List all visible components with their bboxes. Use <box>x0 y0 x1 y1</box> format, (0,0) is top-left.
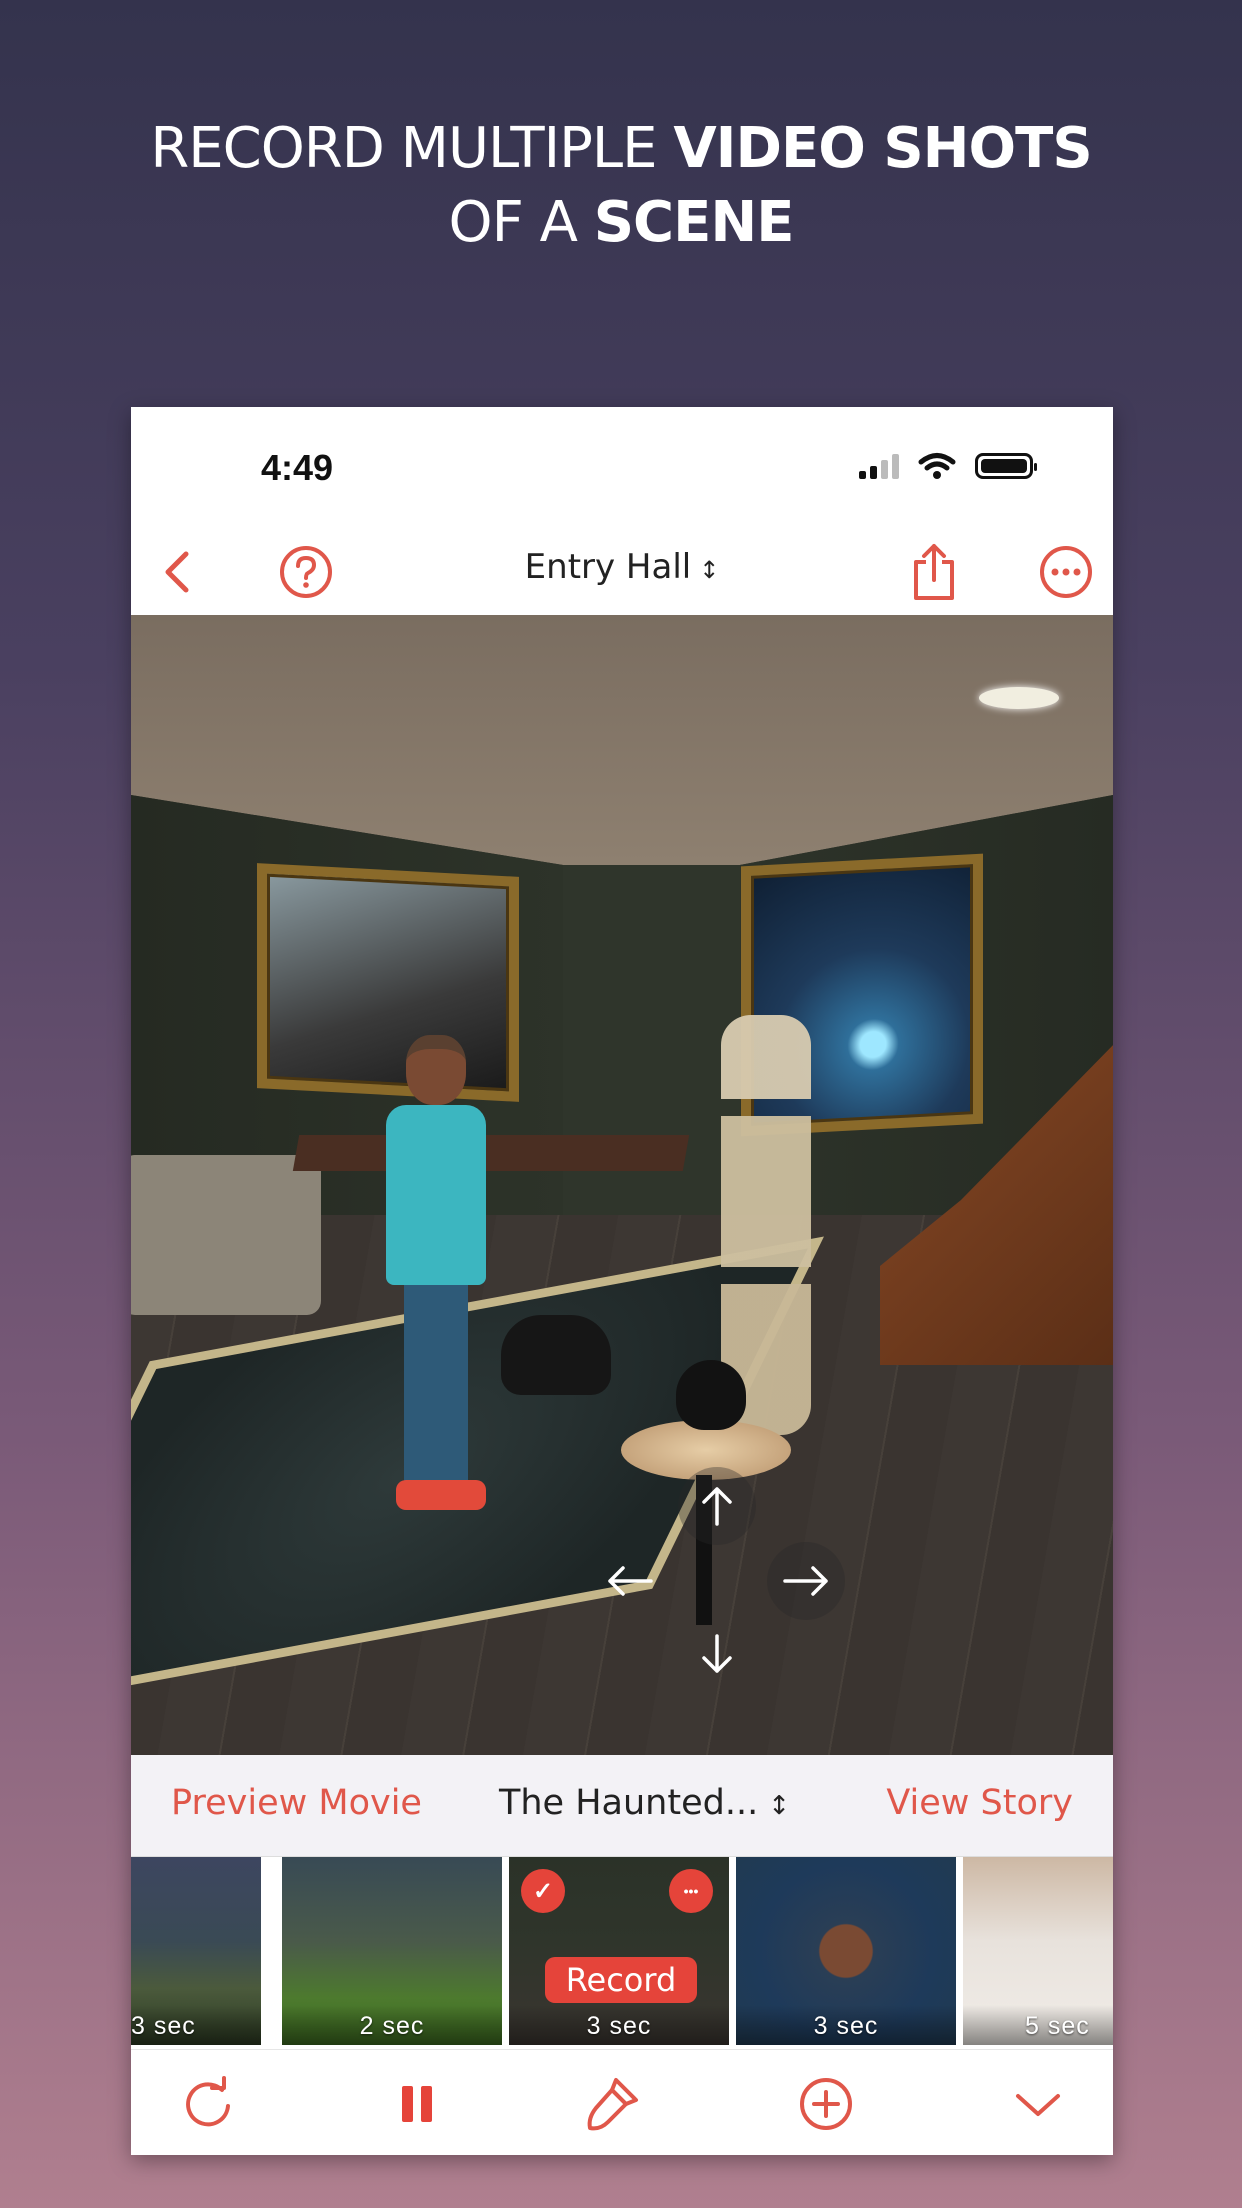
dpad-left-button[interactable] <box>591 1542 669 1620</box>
story-selector[interactable]: The Haunted... ↕ <box>499 1783 790 1823</box>
navigation-bar: Entry Hall ↕ <box>131 527 1113 615</box>
shot-thumbnail-selected[interactable]: ✓ ••• Record 3 sec <box>509 1857 729 2045</box>
battery-icon <box>975 453 1037 479</box>
paintbrush-icon <box>587 2078 638 2131</box>
promo-headline: RECORD MULTIPLE VIDEO SHOTS OF A SCENE <box>0 112 1242 260</box>
shot-thumbnail[interactable]: 3 sec <box>736 1857 956 2045</box>
shot-duration: 3 sec <box>131 2012 196 2040</box>
cellular-signal-icon <box>859 453 899 479</box>
add-circle-icon <box>800 2078 852 2130</box>
dpad-up-button[interactable] <box>678 1467 756 1545</box>
pause-icon <box>402 2086 432 2122</box>
redo-button[interactable] <box>175 2074 245 2134</box>
shot-thumbnail[interactable]: 5 sec <box>963 1857 1113 2045</box>
arrow-right-icon <box>783 1566 828 1596</box>
bottom-toolbar <box>131 2049 1113 2155</box>
pause-button[interactable] <box>382 2074 452 2134</box>
arrow-up-icon <box>702 1487 732 1526</box>
up-down-chevron-icon: ↕ <box>768 1791 790 1821</box>
status-time: 4:49 <box>261 447 334 488</box>
up-down-chevron-icon: ↕ <box>699 556 720 584</box>
checkmark-badge-icon[interactable]: ✓ <box>521 1869 565 1913</box>
ellipsis-circle-icon <box>1040 546 1092 598</box>
story-title: The Haunted... <box>499 1783 759 1823</box>
table <box>292 1135 690 1171</box>
dpad-right-button[interactable] <box>767 1542 845 1620</box>
view-story-button[interactable]: View Story <box>886 1783 1073 1823</box>
character-figure[interactable] <box>386 1035 486 1515</box>
status-bar: 4:49 <box>131 407 1113 527</box>
chevron-down-icon <box>1016 2094 1060 2116</box>
sofa <box>131 1155 321 1315</box>
shot-duration: 3 sec <box>586 2012 652 2040</box>
shot-thumbnail[interactable]: 3 sec <box>131 1857 261 2045</box>
redo-icon <box>186 2076 230 2127</box>
crow[interactable] <box>676 1360 746 1430</box>
add-shot-button[interactable] <box>791 2074 861 2134</box>
shot-duration: 5 sec <box>1025 2012 1090 2040</box>
headline-line-2: OF A SCENE <box>448 190 794 255</box>
wifi-icon <box>918 453 956 479</box>
black-cat[interactable] <box>501 1315 611 1395</box>
shot-duration: 2 sec <box>359 2012 425 2040</box>
scene-viewport[interactable] <box>131 615 1113 1755</box>
paintbrush-button[interactable] <box>577 2074 647 2134</box>
share-icon <box>914 544 954 600</box>
more-button[interactable] <box>1031 537 1101 607</box>
record-button[interactable]: Record <box>545 1957 697 2003</box>
share-button[interactable] <box>899 537 969 607</box>
shot-more-icon[interactable]: ••• <box>669 1869 713 1913</box>
shot-strip[interactable]: 3 sec 2 sec ✓ ••• Record 3 sec 3 sec 5 s… <box>131 1857 1113 2049</box>
scene-title: Entry Hall <box>524 547 692 587</box>
headline-line-1: RECORD MULTIPLE VIDEO SHOTS <box>150 116 1092 181</box>
dpad-down-button[interactable] <box>678 1615 756 1693</box>
status-icons <box>859 451 1037 481</box>
story-bar: Preview Movie The Haunted... ↕ View Story <box>131 1755 1113 1857</box>
arrow-down-icon <box>702 1634 732 1673</box>
preview-movie-button[interactable]: Preview Movie <box>171 1783 422 1823</box>
shot-duration: 3 sec <box>813 2012 879 2040</box>
collapse-button[interactable] <box>1003 2074 1073 2134</box>
shot-thumbnail[interactable]: 2 sec <box>282 1857 502 2045</box>
phone-screen: 4:49 Entry Hall ↕ Preview Movie The Haun… <box>131 407 1113 2155</box>
ceiling-light <box>979 687 1059 709</box>
arrow-left-icon <box>608 1566 653 1596</box>
